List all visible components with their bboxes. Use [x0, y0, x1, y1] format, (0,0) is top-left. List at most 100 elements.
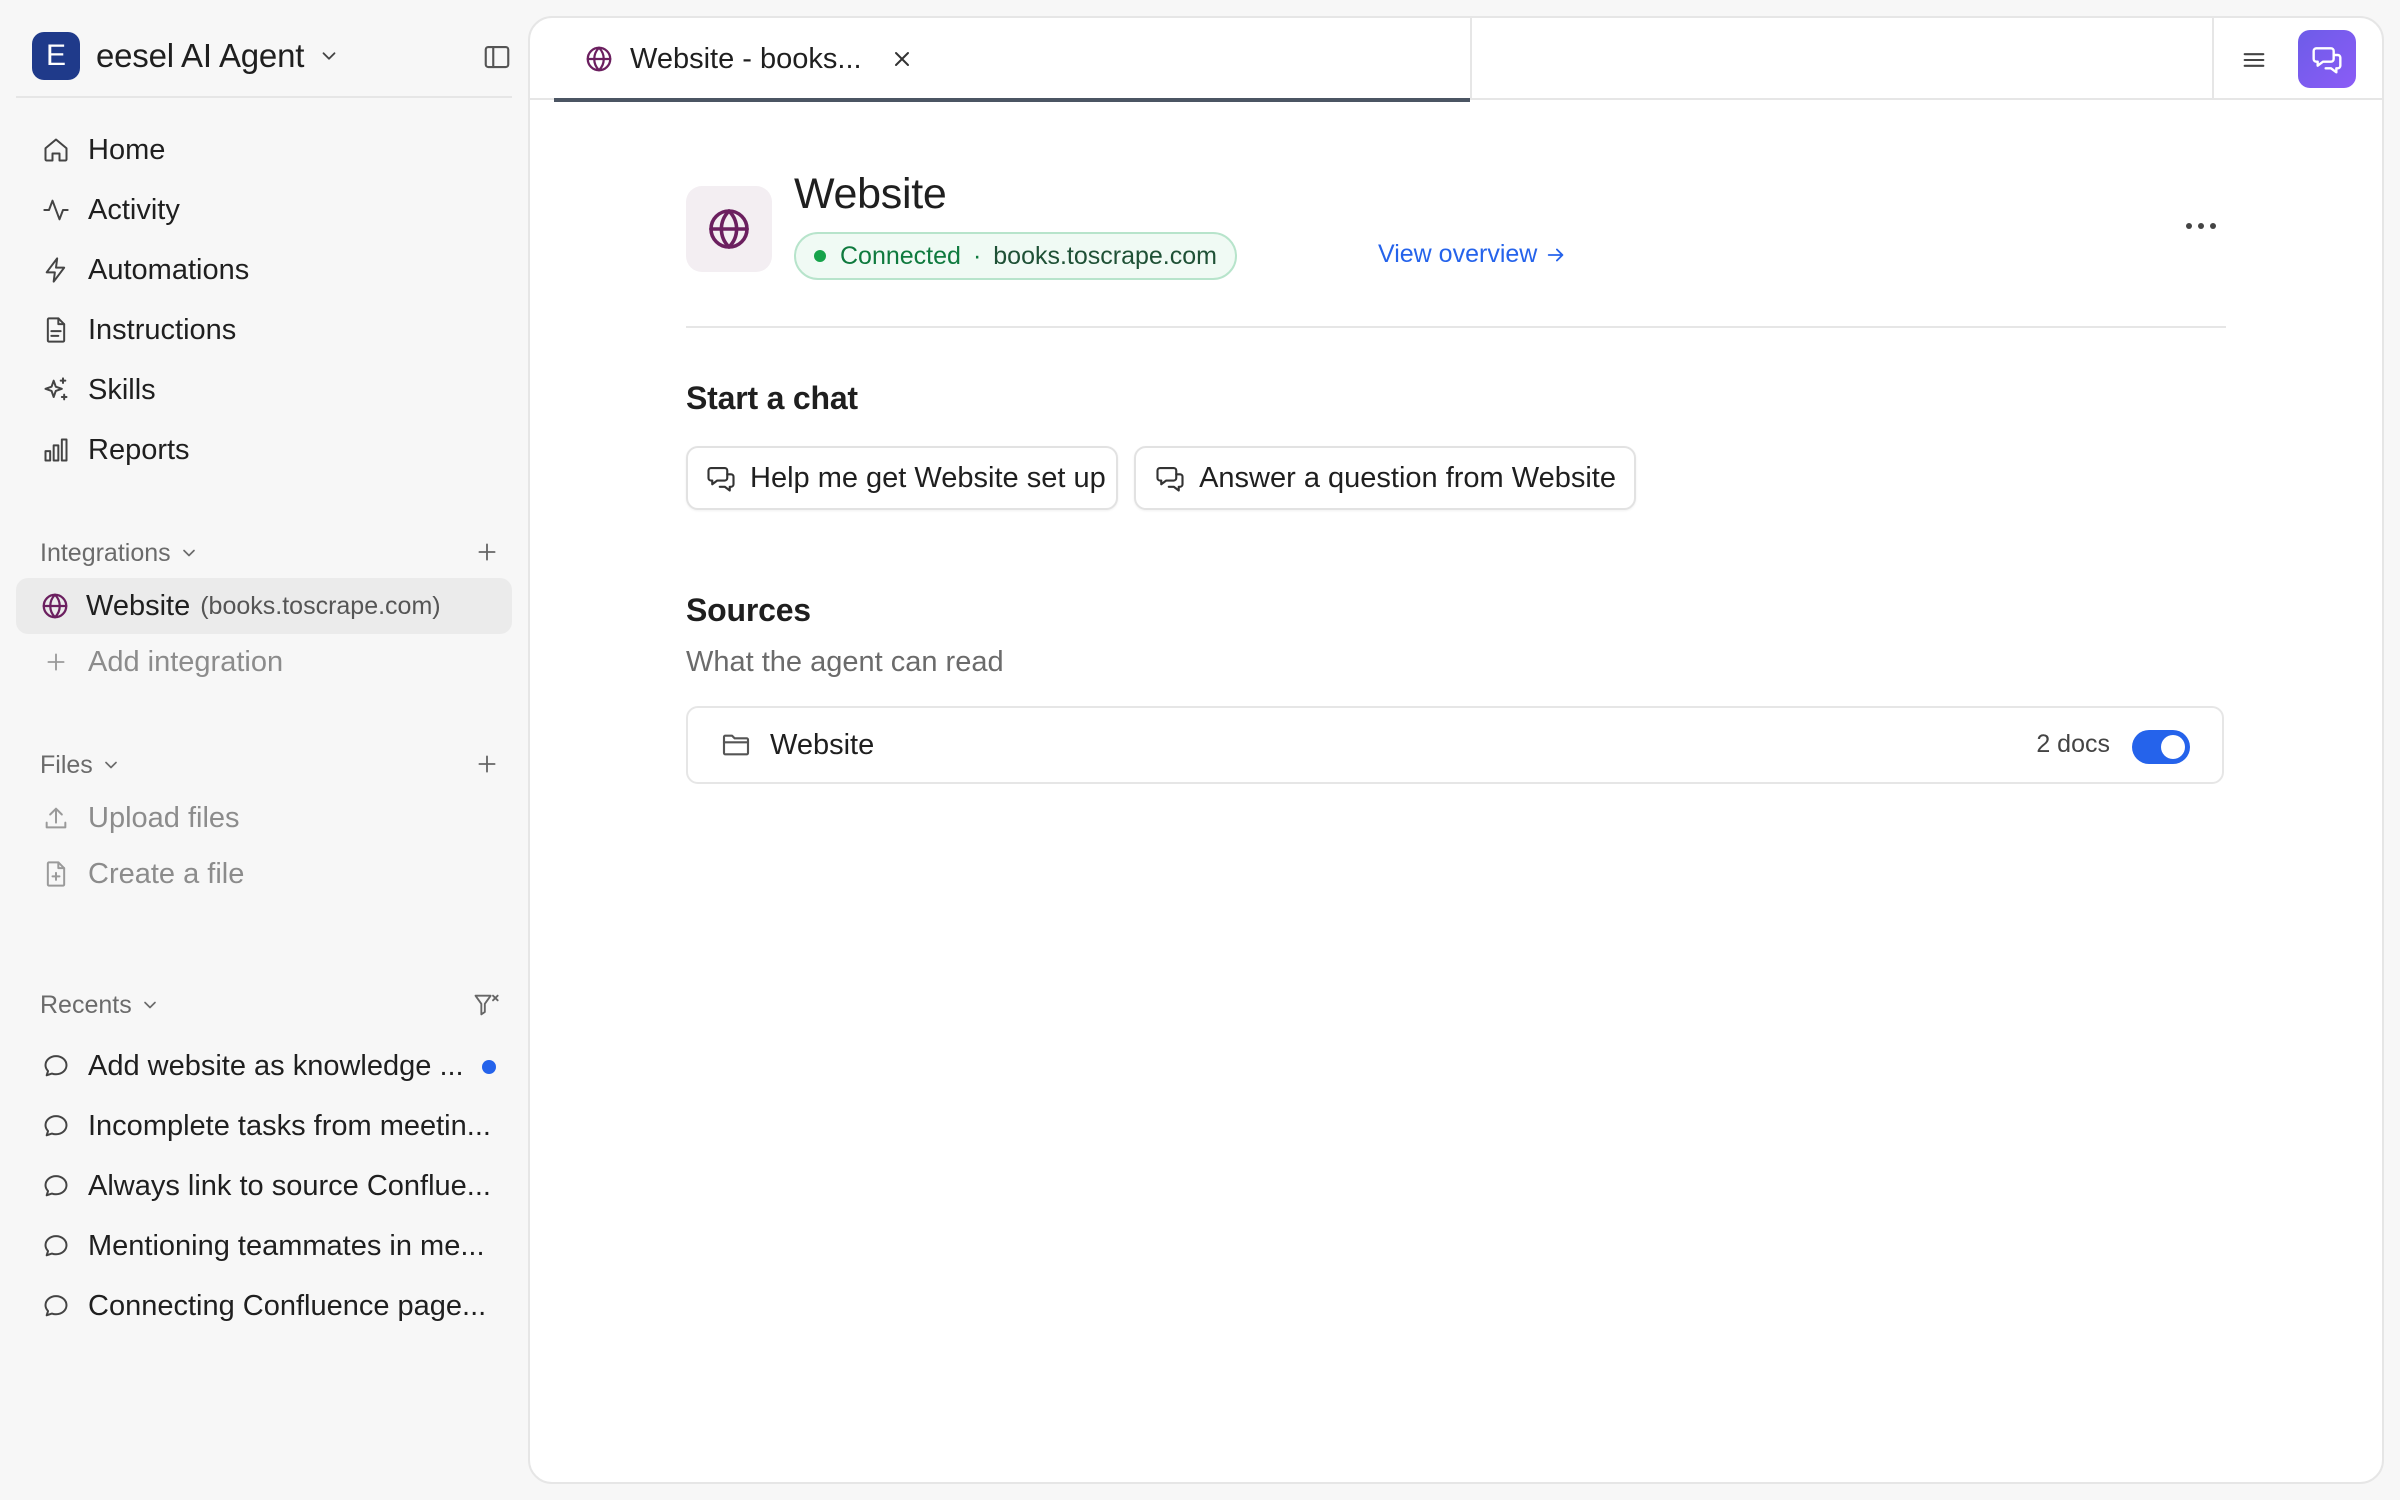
add-integration-plus-icon[interactable]	[474, 539, 500, 565]
tab-actions	[2212, 18, 2382, 100]
workspace-name: eesel AI Agent	[96, 37, 305, 74]
nav-item-home[interactable]: Home	[16, 120, 512, 180]
recent-chat-title: Always link to source Conflue...	[88, 1169, 491, 1202]
add-file-plus-icon[interactable]	[474, 751, 500, 777]
sources-heading: Sources	[686, 592, 811, 628]
activity-icon	[40, 194, 72, 226]
globe-icon	[40, 591, 70, 621]
arrow-right-icon	[1537, 244, 1567, 266]
upload-icon	[40, 802, 72, 834]
status-text: Connected	[840, 241, 961, 270]
toggle-knob	[2161, 735, 2185, 759]
filter-icon[interactable]	[472, 991, 500, 1019]
recent-chat-item[interactable]: Mentioning teammates in me...	[16, 1218, 512, 1274]
chevron-down-icon	[140, 995, 160, 1015]
nav-item-activity[interactable]: Activity	[16, 180, 512, 240]
sparkles-icon	[40, 374, 72, 406]
help-setup-chat-button[interactable]: Help me get Website set up	[686, 446, 1118, 510]
source-doc-count: 2 docs	[2036, 730, 2110, 758]
recents-section-header[interactable]: Recents	[40, 985, 512, 1025]
nav-item-label: Automations	[88, 253, 250, 286]
active-tab-indicator	[554, 98, 1470, 102]
status-separator: ·	[972, 241, 982, 270]
chat-bubble-icon	[40, 1290, 72, 1322]
files-heading: Files	[40, 750, 93, 779]
chat-bubbles-icon	[2311, 43, 2343, 75]
chat-bubble-icon	[40, 1170, 72, 1202]
open-chat-button[interactable]	[2298, 30, 2356, 88]
chevron-down-icon	[101, 755, 121, 775]
integrations-heading: Integrations	[40, 538, 171, 567]
lightning-icon	[40, 254, 72, 286]
plus-icon	[40, 646, 72, 678]
nav-item-label: Activity	[88, 193, 180, 226]
recent-chat-item[interactable]: Add website as knowledge ...	[16, 1038, 512, 1094]
chat-bubbles-icon	[1154, 462, 1185, 494]
start-chat-heading: Start a chat	[686, 380, 858, 416]
chat-button-label: Help me get Website set up	[750, 461, 1106, 494]
sidebar: E eesel AI Agent Home Activity Automatio	[0, 0, 528, 1500]
sidebar-divider	[16, 96, 512, 98]
more-options-icon[interactable]	[2176, 206, 2226, 246]
recent-chat-title: Mentioning teammates in me...	[88, 1229, 485, 1262]
menu-icon[interactable]	[2226, 32, 2282, 88]
recent-chat-title: Connecting Confluence page...	[88, 1289, 487, 1322]
globe-icon	[584, 44, 614, 74]
sidebar-toggle-icon[interactable]	[482, 42, 512, 72]
workspace-logo: E	[32, 32, 80, 80]
chat-bubble-icon	[40, 1230, 72, 1262]
files-section-header[interactable]: Files	[40, 745, 512, 785]
chat-bubble-icon	[40, 1050, 72, 1082]
main-panel: Website - books... Website Connected · b…	[528, 16, 2384, 1484]
source-enabled-toggle[interactable]	[2132, 730, 2190, 764]
recents-heading: Recents	[40, 990, 132, 1019]
chevron-down-icon	[179, 543, 199, 563]
recent-chat-item[interactable]: Incomplete tasks from meetin...	[16, 1098, 512, 1154]
integrations-section-header[interactable]: Integrations	[40, 533, 512, 573]
workspace-switcher[interactable]: E eesel AI Agent	[16, 30, 512, 82]
nav-item-label: Skills	[88, 373, 156, 406]
header-divider	[686, 326, 2226, 328]
chat-bubble-icon	[40, 1110, 72, 1142]
recent-chat-item[interactable]: Always link to source Conflue...	[16, 1158, 512, 1214]
integration-domain: (books.toscrape.com)	[200, 591, 441, 620]
bar-chart-icon	[40, 434, 72, 466]
create-file-button[interactable]: Create a file	[16, 848, 512, 900]
view-overview-label: View overview	[1378, 240, 1538, 268]
sources-subtitle: What the agent can read	[686, 646, 1004, 678]
integration-label: Website	[86, 589, 191, 622]
view-overview-link[interactable]: View overview	[1378, 240, 1567, 269]
document-icon	[40, 314, 72, 346]
nav-item-label: Instructions	[88, 313, 237, 346]
nav-item-automations[interactable]: Automations	[16, 240, 512, 300]
recent-chat-title: Incomplete tasks from meetin...	[88, 1109, 491, 1142]
recent-chat-item[interactable]: Connecting Confluence page...	[16, 1278, 512, 1334]
upload-files-label: Upload files	[88, 801, 240, 834]
answer-question-chat-button[interactable]: Answer a question from Website	[1134, 446, 1636, 510]
status-domain: books.toscrape.com	[993, 241, 1217, 270]
chat-button-label: Answer a question from Website	[1199, 461, 1616, 494]
chat-bubbles-icon	[706, 462, 736, 494]
close-icon[interactable]	[890, 47, 914, 71]
add-integration-button[interactable]: Add integration	[16, 636, 512, 688]
tab-website[interactable]: Website - books...	[554, 18, 1472, 102]
integration-globe-icon	[686, 186, 772, 272]
home-icon	[40, 134, 72, 166]
status-badge: Connected · books.toscrape.com	[794, 232, 1237, 280]
main-nav: Home Activity Automations Instructions S…	[16, 120, 512, 480]
recent-chat-title: Add website as knowledge ...	[88, 1049, 464, 1082]
chevron-down-icon	[318, 45, 340, 67]
nav-item-instructions[interactable]: Instructions	[16, 300, 512, 360]
connected-status-dot	[814, 250, 826, 262]
source-row-website[interactable]: Website 2 docs	[686, 706, 2224, 784]
file-plus-icon	[40, 858, 72, 890]
nav-item-label: Home	[88, 133, 166, 166]
nav-item-reports[interactable]: Reports	[16, 420, 512, 480]
upload-files-button[interactable]: Upload files	[16, 792, 512, 844]
folder-icon	[720, 729, 752, 761]
create-file-label: Create a file	[88, 857, 245, 890]
add-integration-label: Add integration	[88, 645, 284, 678]
nav-item-skills[interactable]: Skills	[16, 360, 512, 420]
sidebar-item-website-integration[interactable]: Website (books.toscrape.com)	[16, 578, 512, 634]
tab-label: Website - books...	[630, 42, 862, 75]
